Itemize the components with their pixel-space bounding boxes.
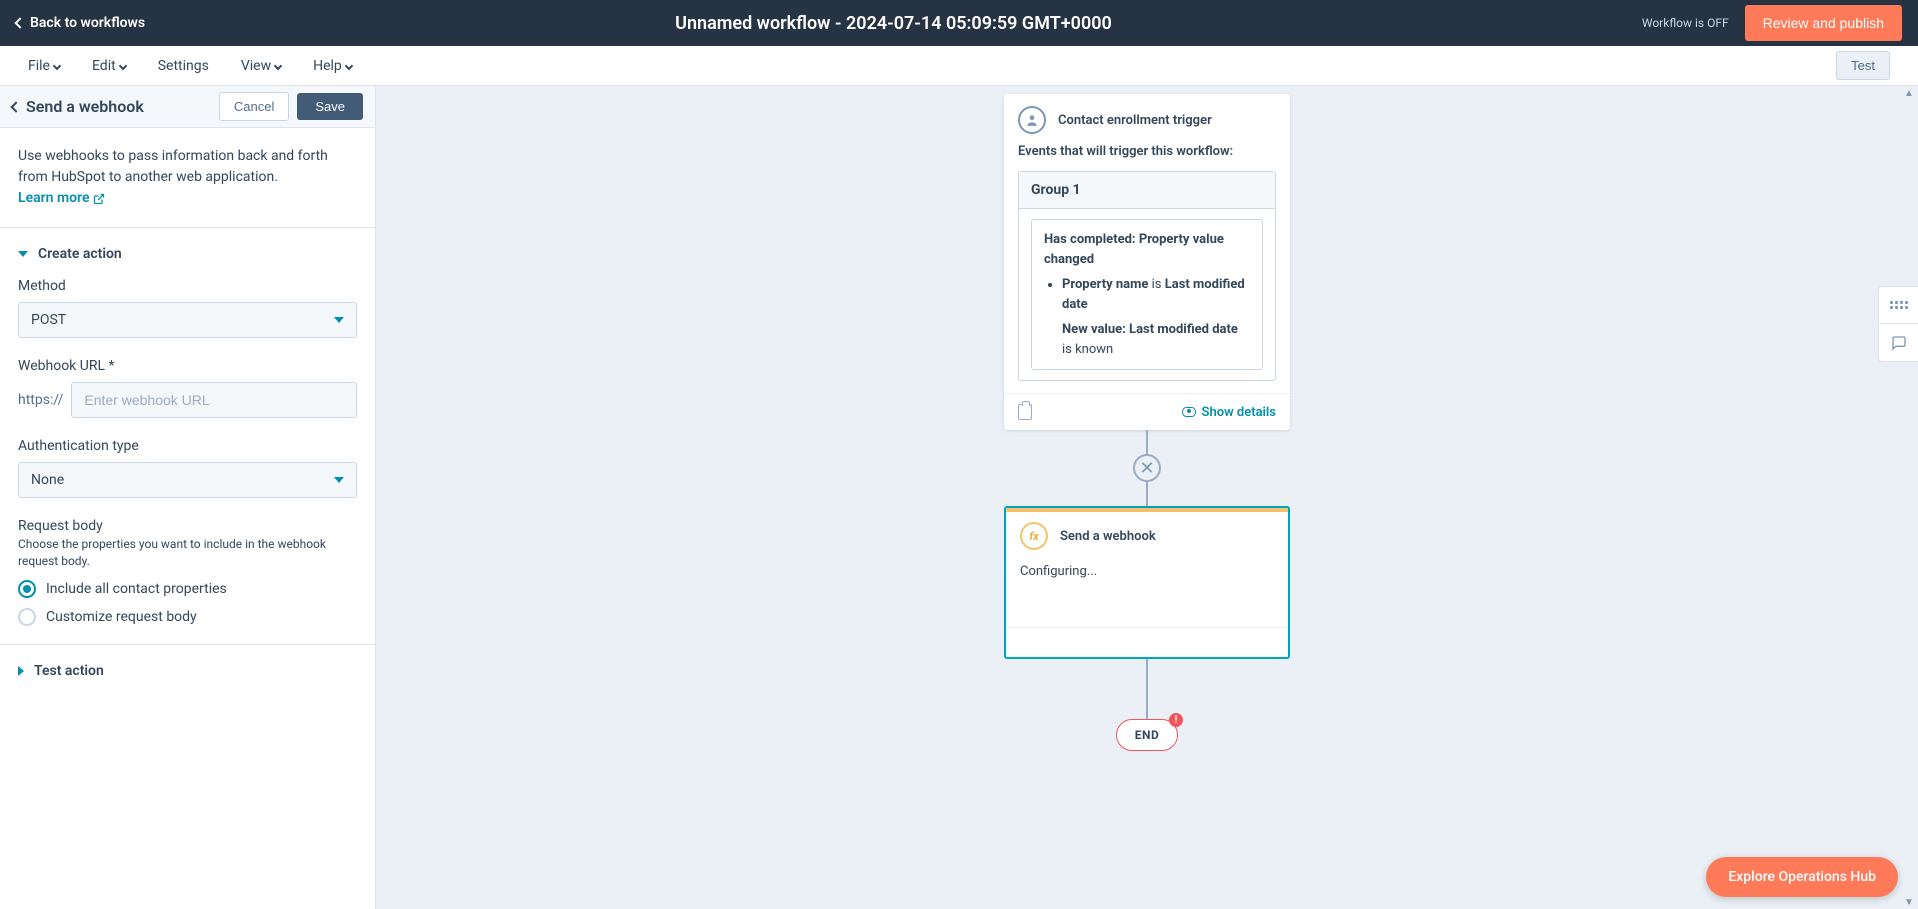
chevron-down-icon	[274, 61, 282, 69]
chevron-down-icon	[118, 61, 126, 69]
create-action-section-toggle[interactable]: Create action	[18, 246, 357, 262]
caret-right-icon	[18, 666, 24, 676]
eye-icon	[1182, 407, 1196, 417]
auth-type-select[interactable]: None	[18, 462, 357, 498]
trigger-card[interactable]: Contact enrollment trigger Events that w…	[1004, 94, 1290, 430]
add-action-button[interactable]: ✕	[1133, 454, 1161, 482]
radio-customize-body[interactable]: Customize request body	[18, 608, 357, 626]
panel-back-button[interactable]	[12, 103, 20, 111]
cancel-button[interactable]: Cancel	[219, 92, 289, 121]
show-details-link[interactable]: Show details	[1182, 405, 1276, 420]
method-label: Method	[18, 278, 357, 294]
webhook-card-title: Send a webhook	[1060, 529, 1156, 544]
panel-title: Send a webhook	[26, 97, 144, 116]
method-select[interactable]: POST	[18, 302, 357, 338]
test-action-section-toggle[interactable]: Test action	[18, 663, 357, 679]
trigger-title: Contact enrollment trigger	[1058, 113, 1212, 128]
panel-intro: Use webhooks to pass information back an…	[18, 146, 357, 209]
scroll-down-arrow[interactable]: ▼	[1902, 895, 1916, 909]
connector-line	[1146, 430, 1148, 454]
explore-ops-hub-button[interactable]: Explore Operations Hub	[1706, 857, 1898, 897]
back-label: Back to workflows	[30, 15, 145, 31]
menu-settings[interactable]: Settings	[158, 58, 209, 74]
group-label: Group 1	[1019, 172, 1275, 209]
connector-line	[1146, 482, 1148, 506]
auth-type-value: None	[31, 472, 64, 488]
chevron-down-icon	[345, 61, 353, 69]
request-body-label: Request body	[18, 518, 357, 534]
contact-icon	[1018, 106, 1046, 134]
trigger-subtitle: Events that will trigger this workflow:	[1004, 144, 1290, 171]
trigger-group: Group 1 Has completed: Property value ch…	[1018, 171, 1276, 381]
webhook-url-input[interactable]	[71, 382, 357, 418]
caret-down-icon	[18, 251, 28, 257]
trigger-condition[interactable]: Has completed: Property value changed Pr…	[1031, 219, 1263, 370]
auth-type-label: Authentication type	[18, 438, 357, 454]
external-link-icon	[93, 193, 105, 205]
radio-include-all[interactable]: Include all contact properties	[18, 580, 357, 598]
save-button[interactable]: Save	[297, 93, 363, 120]
chevron-left-icon	[14, 17, 25, 28]
end-alert-badge[interactable]: !	[1169, 713, 1183, 727]
webhook-action-card[interactable]: fx Send a webhook Configuring...	[1004, 506, 1290, 659]
radio-icon	[18, 608, 36, 626]
function-icon: fx	[1020, 522, 1048, 550]
workflow-title: Unnamed workflow - 2024-07-14 05:09:59 G…	[145, 13, 1642, 34]
connector-line	[1146, 659, 1148, 719]
menu-view[interactable]: View	[241, 58, 281, 74]
canvas-scrollbar[interactable]: ▲ ▼	[1902, 86, 1916, 909]
workflow-canvas[interactable]: Contact enrollment trigger Events that w…	[376, 86, 1918, 909]
url-prefix: https://	[18, 392, 63, 408]
menu-edit[interactable]: Edit	[92, 58, 126, 74]
back-to-workflows-link[interactable]: Back to workflows	[16, 15, 145, 31]
webhook-card-status: Configuring...	[1006, 558, 1288, 627]
menu-file[interactable]: File	[28, 58, 60, 74]
webhook-url-label: Webhook URL *	[18, 358, 357, 374]
chevron-left-icon	[10, 101, 21, 112]
end-node[interactable]: END	[1116, 719, 1179, 751]
test-button[interactable]: Test	[1836, 51, 1890, 80]
scroll-up-arrow[interactable]: ▲	[1902, 86, 1916, 100]
clipboard-icon[interactable]	[1018, 404, 1032, 420]
method-value: POST	[31, 312, 66, 328]
menu-help[interactable]: Help	[313, 58, 352, 74]
caret-down-icon	[334, 317, 344, 323]
request-body-help: Choose the properties you want to includ…	[18, 536, 357, 570]
learn-more-link[interactable]: Learn more	[18, 188, 105, 209]
review-publish-button[interactable]: Review and publish	[1745, 5, 1902, 41]
chevron-down-icon	[53, 61, 61, 69]
radio-icon	[18, 580, 36, 598]
caret-down-icon	[334, 477, 344, 483]
workflow-status: Workflow is OFF	[1642, 16, 1729, 30]
